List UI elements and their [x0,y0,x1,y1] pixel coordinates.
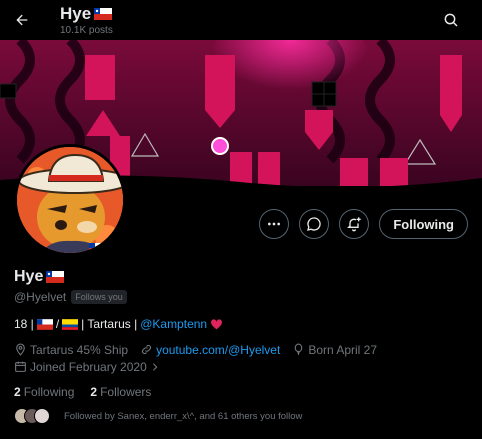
chile-flag-icon [36,318,53,330]
more-icon [268,222,281,226]
following-count: 2 [14,385,21,399]
followers-stat-label: Followers [100,385,152,399]
heart-icon [211,319,223,330]
back-arrow-icon [16,14,28,26]
profile-name-row: Hye [14,268,65,286]
followed-by-text: Followed by Sanex, enderr_x\^, and 61 ot… [64,410,303,422]
followed-by-row[interactable]: Followed by Sanex, enderr_x\^, and 61 ot… [14,408,302,424]
website-item: youtube.com/@Hyelvet [140,343,280,357]
joined-text: Joined February 2020 [30,359,147,374]
notify-plus-icon [347,217,362,232]
search-button[interactable] [440,9,462,31]
flag-separator: / [55,317,60,331]
chile-flag-icon [94,8,113,20]
balloon-icon [295,343,303,355]
following-stat-label: Following [23,385,75,399]
profile-avatar[interactable] [14,144,126,256]
follow-stats: 2 Following 2 Followers [14,385,151,399]
bio-prefix: 18 | [14,317,34,331]
handle: @Hyelvet [14,290,67,304]
posts-count: 10.1K posts [60,25,113,36]
top-bar: Hye 10.1K posts [0,0,482,40]
website-link[interactable]: youtube.com/@Hyelvet [156,343,280,357]
followers-count: 2 [90,385,98,399]
calendar-icon [15,361,26,372]
profile-actions: Following [259,209,468,239]
follows-you-badge: Follows you [71,290,127,304]
location-item: Tartarus 45% Ship [14,343,128,357]
header-name: Hye [60,4,92,23]
joined-item[interactable]: Joined February 2020 [14,360,160,374]
search-icon [444,13,458,27]
birthday-text: Born April 27 [308,342,378,357]
message-icon [307,217,322,231]
location-icon [16,343,25,356]
location-text: Tartarus 45% Ship [30,342,129,357]
header-title-group: Hye 10.1K posts [60,4,113,36]
chile-flag-icon [46,271,65,283]
link-icon [142,344,152,355]
more-button[interactable] [259,209,290,239]
profile-meta: Tartarus 45% Ship youtube.com/@Hyelvet B… [14,341,474,375]
bio-mid: | Tartarus | [81,317,138,331]
notify-button[interactable] [339,209,370,239]
chevron-right-icon [152,362,158,371]
mutual-avatars [14,408,50,424]
bio: 18 | / | Tartarus | @Kamptenn [14,317,223,331]
display-name: Hye [14,268,44,285]
back-button[interactable] [10,8,34,32]
avatar [34,408,50,424]
handle-row: @Hyelvet Follows you [14,290,127,304]
following-stat[interactable]: 2 Following [14,385,74,399]
bio-mention-link[interactable]: @Kamptenn [140,317,207,331]
ecuador-flag-icon [62,318,79,330]
birthday-item: Born April 27 [292,343,377,357]
header-title: Hye [60,4,113,24]
followers-stat[interactable]: 2 Followers [90,385,151,399]
message-button[interactable] [299,209,330,239]
following-button[interactable]: Following [379,209,468,239]
